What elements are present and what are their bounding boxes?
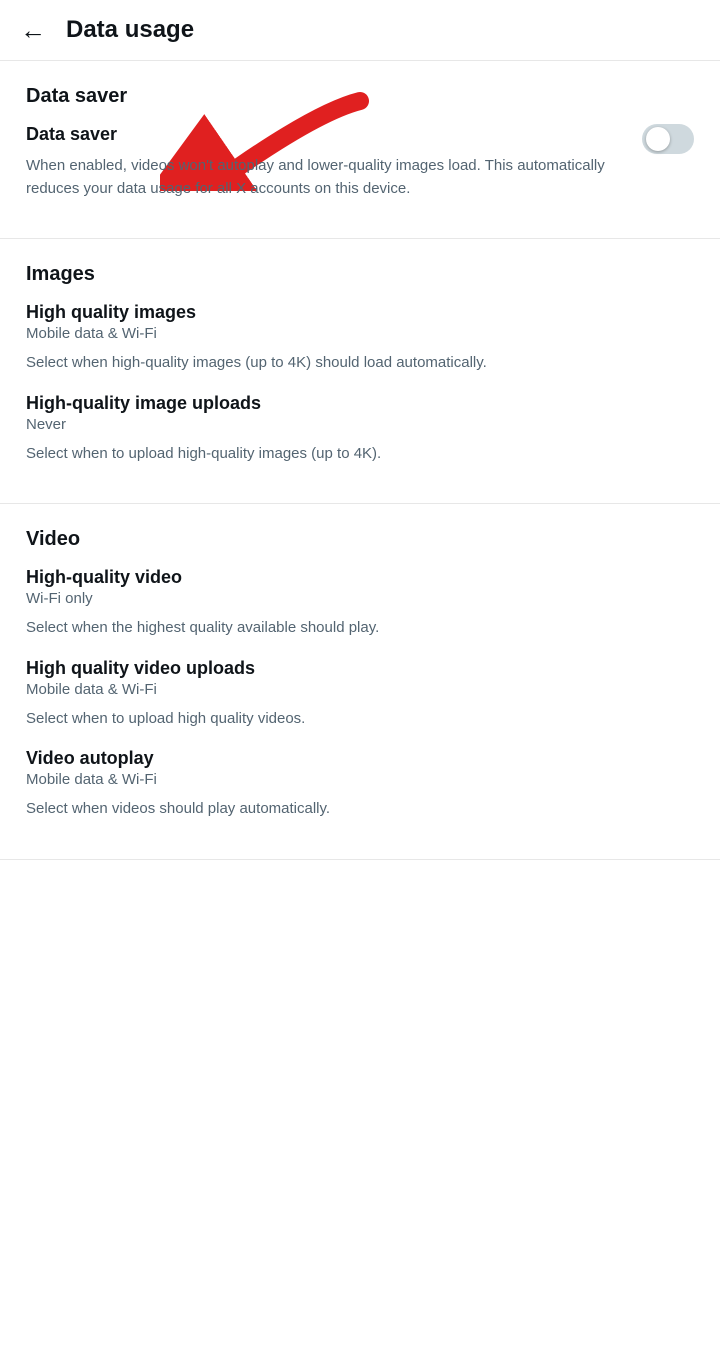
- high-quality-video-uploads-value: Mobile data & Wi-Fi: [26, 681, 694, 698]
- data-saver-toggle[interactable]: [642, 124, 694, 154]
- video-section-title: Video: [26, 528, 694, 551]
- high-quality-video-uploads-item[interactable]: High quality video uploads Mobile data &…: [26, 658, 694, 731]
- toggle-knob: [646, 127, 670, 151]
- data-saver-section-title: Data saver: [26, 85, 694, 108]
- video-autoplay-value: Mobile data & Wi-Fi: [26, 771, 694, 788]
- video-autoplay-label: Video autoplay: [26, 748, 694, 769]
- high-quality-images-label: High quality images: [26, 302, 694, 323]
- video-autoplay-description: Select when videos should play automatic…: [26, 798, 694, 821]
- high-quality-image-uploads-item[interactable]: High-quality image uploads Never Select …: [26, 393, 694, 466]
- images-section: Images High quality images Mobile data &…: [0, 239, 720, 504]
- page-title: Data usage: [66, 16, 194, 44]
- high-quality-images-item[interactable]: High quality images Mobile data & Wi-Fi …: [26, 302, 694, 375]
- high-quality-video-item[interactable]: High-quality video Wi-Fi only Select whe…: [26, 567, 694, 640]
- data-saver-section: Data saver Data saver When enabled, vide…: [0, 61, 720, 239]
- data-saver-toggle-container[interactable]: [642, 124, 694, 154]
- high-quality-images-value: Mobile data & Wi-Fi: [26, 325, 694, 342]
- video-autoplay-item[interactable]: Video autoplay Mobile data & Wi-Fi Selec…: [26, 748, 694, 821]
- high-quality-image-uploads-value: Never: [26, 416, 694, 433]
- data-saver-description: When enabled, videos won't autoplay and …: [26, 155, 626, 200]
- high-quality-image-uploads-description: Select when to upload high-quality image…: [26, 443, 694, 466]
- back-button[interactable]: ←: [20, 17, 46, 43]
- video-section: Video High-quality video Wi-Fi only Sele…: [0, 504, 720, 860]
- data-saver-content: Data saver When enabled, videos won't au…: [26, 124, 626, 218]
- high-quality-image-uploads-label: High-quality image uploads: [26, 393, 694, 414]
- header: ← Data usage: [0, 0, 720, 61]
- data-saver-label: Data saver: [26, 124, 626, 145]
- high-quality-video-value: Wi-Fi only: [26, 590, 694, 607]
- data-saver-row: Data saver When enabled, videos won't au…: [26, 124, 694, 218]
- images-section-title: Images: [26, 263, 694, 286]
- high-quality-video-description: Select when the highest quality availabl…: [26, 617, 694, 640]
- high-quality-video-label: High-quality video: [26, 567, 694, 588]
- high-quality-video-uploads-label: High quality video uploads: [26, 658, 694, 679]
- high-quality-video-uploads-description: Select when to upload high quality video…: [26, 708, 694, 731]
- high-quality-images-description: Select when high-quality images (up to 4…: [26, 352, 694, 375]
